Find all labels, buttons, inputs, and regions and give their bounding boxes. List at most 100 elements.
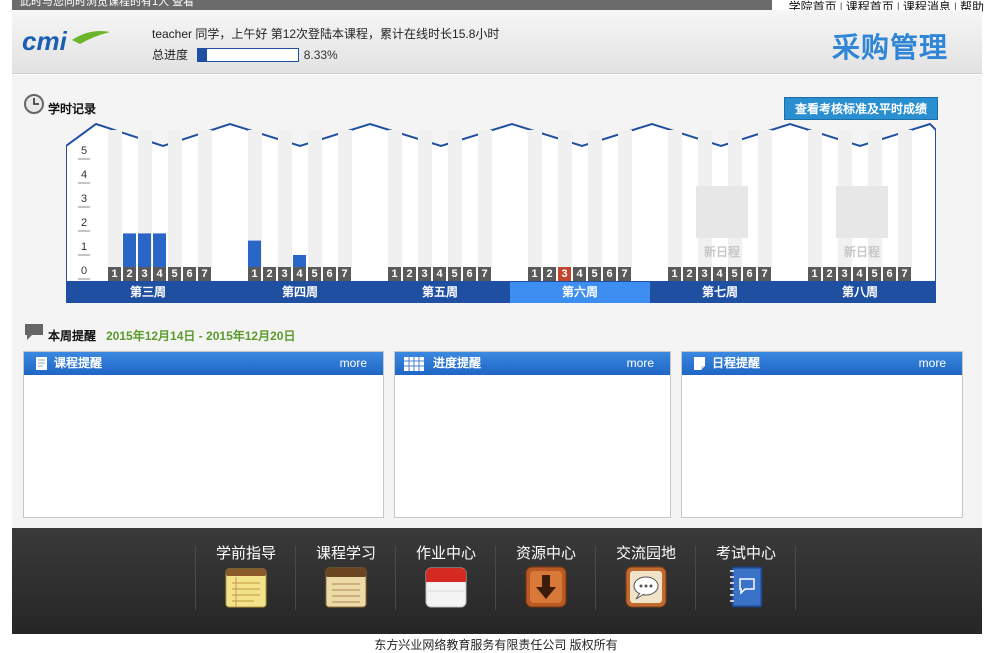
day-label[interactable]: 7 [898, 267, 911, 281]
day-label[interactable]: 7 [338, 267, 351, 281]
study-hours-bar [138, 233, 151, 267]
day-label[interactable]: 4 [853, 267, 866, 281]
day-label[interactable]: 6 [883, 267, 896, 281]
progress-label: 总进度 [152, 48, 189, 62]
day-label[interactable]: 5 [728, 267, 741, 281]
week-tab[interactable]: 第五周 [370, 282, 510, 303]
day-stripe [388, 130, 402, 267]
day-label-today[interactable]: 3 [558, 267, 571, 281]
day-label[interactable]: 5 [868, 267, 881, 281]
y-tick-label: 0 [80, 265, 88, 277]
day-label[interactable]: 4 [573, 267, 586, 281]
day-label[interactable]: 6 [183, 267, 196, 281]
header: cmi teacher 同学，上午好 第12次登陆本课程，累计在线时长15.8小… [12, 10, 982, 74]
day-label[interactable]: 2 [123, 267, 136, 281]
week-tab[interactable]: 第八周 [790, 282, 930, 303]
study-hours-bar [123, 233, 136, 267]
day-label[interactable]: 1 [808, 267, 821, 281]
day-stripe [668, 130, 682, 267]
nav-exam-center[interactable]: 考试中心 [696, 528, 796, 634]
new-schedule-placeholder[interactable] [696, 186, 748, 238]
view-standards-button[interactable]: 查看考核标准及平时成绩 [784, 97, 938, 120]
day-label[interactable]: 2 [263, 267, 276, 281]
week-tab[interactable]: 第六周 [510, 282, 650, 303]
y-tick-label: 3 [80, 193, 88, 205]
nav-resource-center[interactable]: 资源中心 [496, 528, 596, 634]
day-stripe [448, 130, 462, 267]
week-tab[interactable]: 第三周 [66, 282, 230, 303]
panel-header: 课程提醒 more [24, 352, 383, 375]
day-stripe [308, 130, 322, 267]
day-label[interactable]: 6 [323, 267, 336, 281]
day-label[interactable]: 4 [153, 267, 166, 281]
day-label[interactable]: 5 [588, 267, 601, 281]
day-label[interactable]: 1 [668, 267, 681, 281]
y-tick-label: 1 [80, 241, 88, 253]
nav-label: 资源中心 [515, 545, 576, 562]
day-label[interactable]: 2 [543, 267, 556, 281]
day-label[interactable]: 3 [138, 267, 151, 281]
day-label[interactable]: 5 [308, 267, 321, 281]
day-label[interactable]: 7 [198, 267, 211, 281]
week-tab[interactable]: 第七周 [650, 282, 790, 303]
day-label[interactable]: 2 [403, 267, 416, 281]
course-reminder-panel: 课程提醒 more [23, 351, 384, 518]
nav-label: 作业中心 [415, 545, 476, 562]
nav-homework-center[interactable]: 作业中心 [396, 528, 496, 634]
day-label[interactable]: 1 [248, 267, 261, 281]
day-label[interactable]: 1 [388, 267, 401, 281]
new-schedule-placeholder[interactable] [836, 186, 888, 238]
more-link[interactable]: more [919, 352, 946, 375]
day-label[interactable]: 7 [758, 267, 771, 281]
week-bar: 第三周 第四周 第五周 第六周 第七周 第八周 [66, 282, 936, 303]
more-link[interactable]: more [340, 352, 367, 375]
day-stripe [168, 130, 182, 267]
nav-course-study[interactable]: 课程学习 [296, 528, 396, 634]
day-label[interactable]: 1 [108, 267, 121, 281]
study-hours-bar [248, 240, 261, 267]
study-hours-bar [153, 233, 166, 267]
day-stripe [108, 130, 122, 267]
day-label[interactable]: 2 [683, 267, 696, 281]
day-label[interactable]: 3 [838, 267, 851, 281]
nav-label: 考试中心 [715, 545, 776, 562]
day-label[interactable]: 7 [618, 267, 631, 281]
day-stripe [418, 130, 432, 267]
course-title: 采购管理 [831, 32, 948, 63]
total-progress: 总进度 8.33% [152, 46, 338, 63]
day-label[interactable]: 4 [293, 267, 306, 281]
note-icon [692, 356, 707, 371]
day-label[interactable]: 5 [448, 267, 461, 281]
chat-icon [624, 565, 668, 609]
day-stripe [338, 130, 352, 267]
nav-pre-study-guide[interactable]: 学前指导 [196, 528, 296, 634]
day-label[interactable]: 6 [603, 267, 616, 281]
day-label[interactable]: 6 [463, 267, 476, 281]
day-label[interactable]: 6 [743, 267, 756, 281]
day-label[interactable]: 3 [698, 267, 711, 281]
day-label[interactable]: 4 [433, 267, 446, 281]
day-label[interactable]: 3 [278, 267, 291, 281]
svg-text:cmi: cmi [22, 26, 68, 56]
day-label[interactable]: 1 [528, 267, 541, 281]
day-label[interactable]: 3 [418, 267, 431, 281]
day-label[interactable]: 2 [823, 267, 836, 281]
nav-communication[interactable]: 交流园地 [596, 528, 696, 634]
calendar-icon [424, 565, 468, 609]
new-schedule-label: 新日程 [703, 245, 740, 259]
new-schedule-label: 新日程 [843, 245, 880, 259]
day-label[interactable]: 4 [713, 267, 726, 281]
notebook-icon [324, 565, 368, 609]
day-stripe [618, 130, 632, 267]
chart-outline [66, 122, 936, 282]
week-tab[interactable]: 第四周 [230, 282, 370, 303]
day-label[interactable]: 7 [478, 267, 491, 281]
day-label[interactable]: 5 [168, 267, 181, 281]
online-notice[interactable]: 此时与您同时浏览课程的有1人 查看 [20, 0, 194, 8]
panel-title: 进度提醒 [433, 356, 482, 370]
more-link[interactable]: more [627, 352, 654, 375]
nav-label: 学前指导 [215, 545, 276, 562]
schedule-reminder-panel: 日程提醒 more [681, 351, 963, 518]
nav-label: 交流园地 [615, 545, 676, 562]
cmi-logo: cmi [20, 26, 112, 56]
